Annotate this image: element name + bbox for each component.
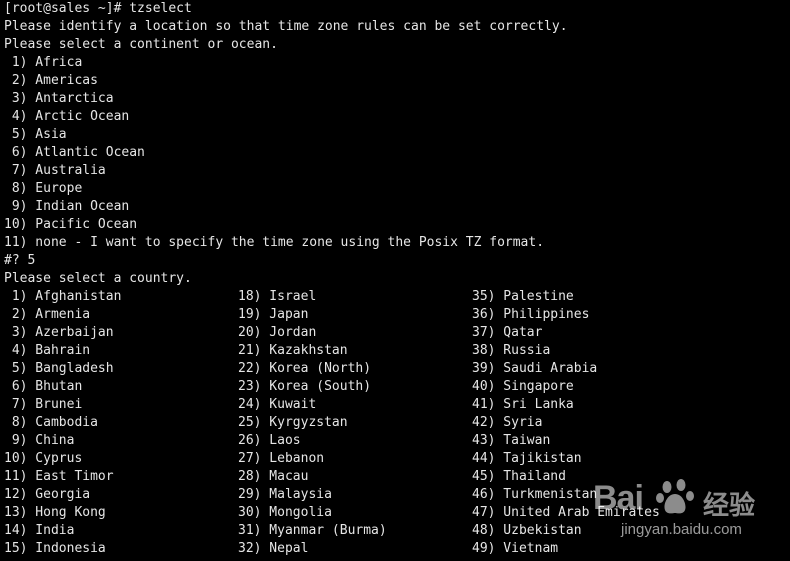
country-option: 6) Bhutan [4,379,83,394]
country-option: 37) Qatar [472,325,543,340]
country-option: 1) Afghanistan [4,289,122,304]
country-option: 19) Japan [238,307,309,322]
country-row: 10) Cyprus 27) Lebanon 44) Tajikistan [0,450,790,468]
continent-option: 3) Antarctica [4,91,114,106]
continent-option: 2) Americas [4,73,98,88]
country-option: 24) Kuwait [238,397,317,412]
country-row: 7) Brunei 24) Kuwait 41) Sri Lanka [0,396,790,414]
country-option: 14) India [4,523,75,538]
country-option: 18) Israel [238,289,317,304]
country-option: 5) Bangladesh [4,361,114,376]
country-option: 27) Lebanon [238,451,325,466]
continent-option: 10) Pacific Ocean [4,217,138,232]
continent-option: 7) Australia [4,163,106,178]
country-option: 41) Sri Lanka [472,397,574,412]
terminal-window[interactable]: [root@sales ~]# tzselect Please identify… [0,0,790,561]
country-option: 8) Cambodia [4,415,98,430]
country-option: 26) Laos [238,433,301,448]
continent-option: 1) Africa [4,55,83,70]
country-option: 10) Cyprus [4,451,83,466]
country-option: 45) Thailand [472,469,566,484]
country-row: 2) Armenia 19) Japan 36) Philippines [0,306,790,324]
country-option: 47) United Arab Emirates [472,505,660,520]
country-option: 49) Vietnam [472,541,559,556]
country-row: 15) Indonesia 32) Nepal 49) Vietnam [0,540,790,558]
input-line: #? 5 [4,253,36,268]
country-option: 48) Uzbekistan [472,523,582,538]
country-option: 23) Korea (South) [238,379,372,394]
country-row: 12) Georgia 29) Malaysia 46) Turkmenistan [0,486,790,504]
continent-option: 6) Atlantic Ocean [4,145,145,160]
country-option: 35) Palestine [472,289,574,304]
country-row: 1) Afghanistan 18) Israel 35) Palestine [0,288,790,306]
country-option: 42) Syria [472,415,543,430]
country-option: 29) Malaysia [238,487,332,502]
country-option: 46) Turkmenistan [472,487,598,502]
country-row: 3) Azerbaijan 20) Jordan 37) Qatar [0,324,790,342]
country-row: 14) India 31) Myanmar (Burma) 48) Uzbekist… [0,522,790,540]
country-option: 22) Korea (North) [238,361,372,376]
continent-option: 4) Arctic Ocean [4,109,130,124]
continent-list: 1) Africa 2) Americas 3) Antarctica 4) A… [0,54,790,252]
country-option: 20) Jordan [238,325,317,340]
continent-option: 11) none - I want to specify the time zo… [4,235,545,250]
country-option: 39) Saudi Arabia [472,361,598,376]
continent-option: 9) Indian Ocean [4,199,130,214]
country-row: 5) Bangladesh 22) Korea (North) 39) Saudi … [0,360,790,378]
intro-text-1: Please identify a location so that time … [4,19,568,34]
country-option: 7) Brunei [4,397,83,412]
country-option: 40) Singapore [472,379,574,394]
country-option: 36) Philippines [472,307,590,322]
continent-option: 5) Asia [4,127,67,142]
country-option: 9) China [4,433,75,448]
continent-option: 8) Europe [4,181,83,196]
country-option: 44) Tajikistan [472,451,582,466]
country-row: 13) Hong Kong 30) Mongolia 47) United Arab… [0,504,790,522]
intro-text-2: Please select a continent or ocean. [4,37,278,52]
country-row: 8) Cambodia 25) Kyrgyzstan 42) Syria [0,414,790,432]
country-option: 2) Armenia [4,307,91,322]
country-option: 43) Taiwan [472,433,551,448]
country-row: 9) China 26) Laos 43) Taiwan [0,432,790,450]
country-option: 38) Russia [472,343,551,358]
country-row: 11) East Timor 28) Macau 45) Thailand [0,468,790,486]
country-list: 1) Afghanistan 18) Israel 35) Palestine 2)… [0,288,790,558]
country-option: 21) Kazakhstan [238,343,348,358]
country-prompt: Please select a country. [4,271,192,286]
country-option: 3) Azerbaijan [4,325,114,340]
country-option: 25) Kyrgyzstan [238,415,348,430]
country-option: 32) Nepal [238,541,309,556]
country-row: 4) Bahrain 21) Kazakhstan 38) Russia [0,342,790,360]
prompt-line: [root@sales ~]# tzselect [4,1,192,16]
country-option: 30) Mongolia [238,505,332,520]
country-row: 6) Bhutan 23) Korea (South) 40) Singapore [0,378,790,396]
country-option: 15) Indonesia [4,541,106,556]
country-option: 11) East Timor [4,469,114,484]
country-option: 13) Hong Kong [4,505,106,520]
country-option: 31) Myanmar (Burma) [238,523,387,538]
country-option: 12) Georgia [4,487,91,502]
country-option: 28) Macau [238,469,309,484]
country-option: 4) Bahrain [4,343,91,358]
